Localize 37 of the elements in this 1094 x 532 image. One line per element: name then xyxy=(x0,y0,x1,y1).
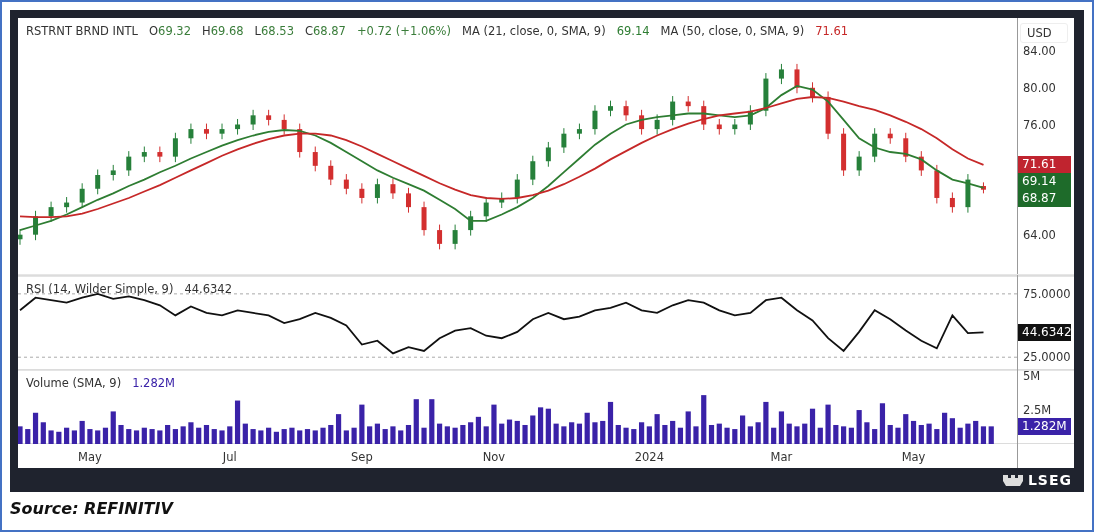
indicator-name: RSI (14, Wilder Simple, 9) xyxy=(26,282,174,296)
quote-value: O69.32 xyxy=(149,24,191,38)
symbol-name: RSTRNT BRND INTL xyxy=(26,24,138,38)
axis-label: Nov xyxy=(482,450,506,464)
axis-label: 84.00 xyxy=(1023,44,1056,59)
source-caption: Source: REFINITIV xyxy=(10,499,173,518)
axis-label: 64.00 xyxy=(1023,227,1056,242)
price-tag: 68.87 xyxy=(1018,190,1071,208)
axis-label: Mar xyxy=(770,450,793,464)
indicator-name: Volume (SMA, 9) xyxy=(26,376,122,390)
value-tag: 1.282M xyxy=(1018,417,1071,435)
price-change: +0.72 (+1.06%) xyxy=(356,24,451,38)
axis-label: Sep xyxy=(351,450,373,464)
axis-label: 76.00 xyxy=(1023,117,1056,132)
axis-label: May xyxy=(78,450,102,464)
indicator-value: 71.61 xyxy=(815,24,849,38)
quote-value: C68.87 xyxy=(304,24,346,38)
axis-label: 5M xyxy=(1023,370,1041,384)
currency-label: USD xyxy=(1020,23,1068,43)
price-tag: 71.61 xyxy=(1018,156,1071,174)
indicator-name: MA (21, close, 0, SMA, 9) xyxy=(462,24,606,38)
quote-value: L68.53 xyxy=(254,24,294,38)
axis-label: 2.5M xyxy=(1023,403,1052,418)
axis-label: May xyxy=(901,450,926,464)
value-tag: 44.6342 xyxy=(1018,323,1071,341)
indicator-value: 1.282M xyxy=(132,376,175,390)
axis-label: 75.0000 xyxy=(1023,286,1071,301)
indicator-name: MA (50, close, 0, SMA, 9) xyxy=(660,24,805,38)
axis-label: Jul xyxy=(222,450,237,464)
indicator-value: 69.14 xyxy=(616,24,650,38)
quote-value: H69.68 xyxy=(202,24,244,38)
brand-logo: LSEG xyxy=(1027,472,1072,488)
axis-label: 80.00 xyxy=(1023,80,1056,95)
indicator-value: 44.6342 xyxy=(184,282,232,296)
price-tag: 69.14 xyxy=(1018,173,1071,191)
axis-label: 2024 xyxy=(634,450,664,464)
axis-label: 25.0000 xyxy=(1023,350,1071,365)
